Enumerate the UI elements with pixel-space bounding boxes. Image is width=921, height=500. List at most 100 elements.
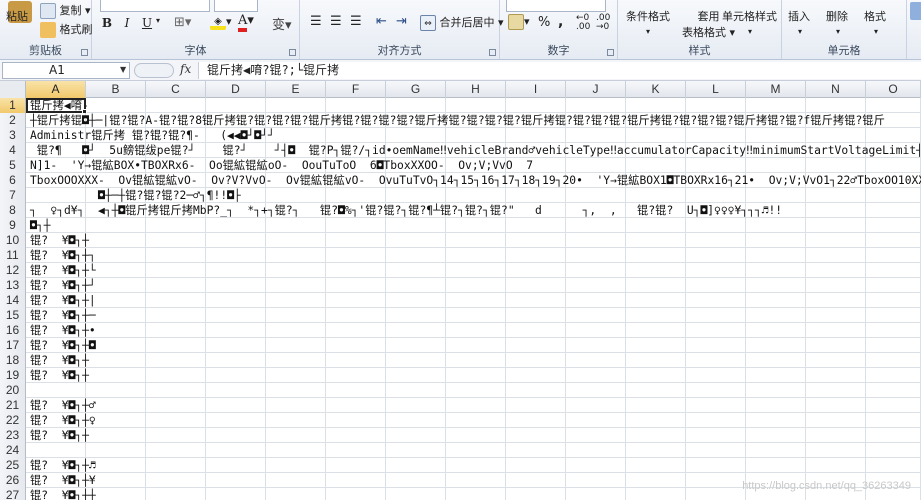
column-header-j[interactable]: J <box>566 81 626 98</box>
cell-a4[interactable]: 锟?¶ ◘┘ 5u鳑锟绂pe锟?┘ 锟?┘ ┘┤◘ 锟?P┐锟?/┐id•oem… <box>30 143 921 158</box>
cell-a1[interactable]: 锟斤拷◀唷- <box>30 98 89 113</box>
cell-a11[interactable]: 锟? ¥◘┐┼┐ <box>30 248 96 263</box>
cell-styles-button[interactable]: 单元格样式 ▾ <box>722 8 777 37</box>
row-header[interactable]: 10 <box>0 233 26 248</box>
row-header[interactable]: 5 <box>0 158 26 173</box>
cell-a21[interactable]: 锟? ¥◘┐┼♂ <box>30 398 96 413</box>
format-painter-button[interactable]: 格式刷 <box>40 21 93 38</box>
row-header[interactable]: 4 <box>0 143 26 158</box>
column-header-k[interactable]: K <box>626 81 686 98</box>
column-header-o[interactable]: O <box>866 81 921 98</box>
row-header[interactable]: 8 <box>0 203 26 218</box>
cell-a25[interactable]: 锟? ¥◘┐┼♬ <box>30 458 96 473</box>
row-header[interactable]: 23 <box>0 428 26 443</box>
row-header[interactable]: 25 <box>0 458 26 473</box>
cell-a7[interactable]: ◘┼─┼锟?锟?锟?2─♂┐¶!!◘├ <box>30 188 241 203</box>
align-right-icon[interactable]: ☰ <box>350 14 362 29</box>
column-header-b[interactable]: B <box>86 81 146 98</box>
row-header[interactable]: 6 <box>0 173 26 188</box>
column-header-m[interactable]: M <box>746 81 806 98</box>
row-header[interactable]: 14 <box>0 293 26 308</box>
column-header-c[interactable]: C <box>146 81 206 98</box>
decrease-decimal-icon[interactable]: .00 →0 <box>596 14 610 32</box>
font-launcher-icon[interactable] <box>289 49 296 56</box>
row-header[interactable]: 12 <box>0 263 26 278</box>
bold-button[interactable]: B <box>98 14 116 32</box>
cell-a22[interactable]: 锟? ¥◘┐┼♀ <box>30 413 96 428</box>
underline-dropdown-icon[interactable]: ▾ <box>156 16 160 25</box>
font-size-select[interactable] <box>214 0 258 12</box>
font-color-button[interactable]: A▾ <box>238 13 254 32</box>
row-header[interactable]: 20 <box>0 383 26 398</box>
cell-a18[interactable]: 锟? ¥◘┐┼ <box>30 353 89 368</box>
format-button[interactable]: 格式 ▾ <box>864 8 886 37</box>
formula-cancel-enter[interactable] <box>134 63 174 78</box>
merge-center-button[interactable]: ⇔ 合并后居中 ▾ <box>420 14 504 31</box>
column-header-h[interactable]: H <box>446 81 506 98</box>
copy-button[interactable]: 复制 ▾ <box>40 2 91 19</box>
row-header[interactable]: 18 <box>0 353 26 368</box>
row-header[interactable]: 15 <box>0 308 26 323</box>
column-header-e[interactable]: E <box>266 81 326 98</box>
cell-a17[interactable]: 锟? ¥◘┐┼◘ <box>30 338 96 353</box>
column-header-a[interactable]: A <box>26 81 86 98</box>
cell-a12[interactable]: 锟? ¥◘┐┼└ <box>30 263 96 278</box>
delete-button[interactable]: 删除 ▾ <box>826 8 848 37</box>
row-header[interactable]: 3 <box>0 128 26 143</box>
name-box-dropdown-icon[interactable]: ▼ <box>120 65 126 74</box>
cell-a23[interactable]: 锟? ¥◘┐┼ <box>30 428 89 443</box>
currency-button[interactable]: ▾ <box>508 14 530 30</box>
column-header-d[interactable]: D <box>206 81 266 98</box>
row-header[interactable]: 2 <box>0 113 26 128</box>
column-header-f[interactable]: F <box>326 81 386 98</box>
sum-icon[interactable] <box>910 2 921 20</box>
align-left-icon[interactable]: ☰ <box>310 14 322 29</box>
column-header-n[interactable]: N <box>806 81 866 98</box>
cell-a27[interactable]: 锟? ¥◘┐┼┼ <box>30 488 96 500</box>
cell-a15[interactable]: 锟? ¥◘┐┼─ <box>30 308 96 323</box>
worksheet-grid[interactable]: ABCDEFGHIJKLMNO 1 锟斤拷◀唷- 2 ┼锟斤拷锟◘┼─|锟?锟?A-锟… <box>0 81 921 500</box>
number-launcher-icon[interactable] <box>607 49 614 56</box>
conditional-format-button[interactable]: 条件格式 ▾ <box>626 8 670 37</box>
cell-a14[interactable]: 锟? ¥◘┐┼| <box>30 293 96 308</box>
cell-a10[interactable]: 锟? ¥◘┐┼ <box>30 233 89 248</box>
row-header[interactable]: 24 <box>0 443 26 458</box>
row-header[interactable]: 19 <box>0 368 26 383</box>
row-header[interactable]: 21 <box>0 398 26 413</box>
row-header[interactable]: 11 <box>0 248 26 263</box>
row-header[interactable]: 22 <box>0 413 26 428</box>
row-header[interactable]: 9 <box>0 218 26 233</box>
cell-a2[interactable]: ┼锟斤拷锟◘┼─|锟?锟?A-锟?锟?8锟斤拷锟?锟?锟?锟?锟斤拷锟?锟?锟?… <box>30 113 885 128</box>
cell-a19[interactable]: 锟? ¥◘┐┼ <box>30 368 89 383</box>
row-header[interactable]: 13 <box>0 278 26 293</box>
column-header-i[interactable]: I <box>506 81 566 98</box>
cell-a9[interactable]: ◘┐┼ <box>30 218 50 233</box>
increase-decimal-icon[interactable]: ←0.00 <box>576 14 590 32</box>
cell-a3[interactable]: Administr锟斤拷 锟?锟?锟?¶- (◀◀◘┘◘┘┘ <box>30 128 275 143</box>
insert-function-button[interactable]: fx <box>180 62 191 76</box>
row-header[interactable]: 26 <box>0 473 26 488</box>
cell-a8[interactable]: ┐ ♀┐d¥┐ ◀┐┼◘锟斤拷锟斤拷MbP?_┐ *┐+┐锟?┐ 锟?◘%┐'锟… <box>30 203 782 218</box>
cell-a5[interactable]: N]1- 'Y→锟絋BOX•TBOXRx6- Oo锟絋锟絋oO- OouTuTo… <box>30 158 533 173</box>
decrease-indent-icon[interactable]: ⇤ <box>376 14 387 29</box>
column-header-g[interactable]: G <box>386 81 446 98</box>
percent-button[interactable]: % <box>538 15 550 30</box>
font-family-select[interactable] <box>100 0 210 12</box>
insert-button[interactable]: 插入 ▾ <box>788 8 810 37</box>
select-all-corner[interactable] <box>0 81 26 98</box>
cell-a16[interactable]: 锟? ¥◘┐┼• <box>30 323 96 338</box>
phonetic-button[interactable]: 变▾ <box>272 14 292 33</box>
cell-a13[interactable]: 锟? ¥◘┐┼┘ <box>30 278 96 293</box>
cell-a26[interactable]: 锟? ¥◘┐┼¥ <box>30 473 96 488</box>
row-header[interactable]: 1 <box>0 98 26 113</box>
align-center-icon[interactable]: ☰ <box>330 14 342 29</box>
cell-a6[interactable]: TboxOOOXXX- Ov锟絋锟絋vO- Ov?V?VvO- Ov锟絋锟絋vO… <box>30 173 921 188</box>
row-header[interactable]: 27 <box>0 488 26 500</box>
row-header[interactable]: 17 <box>0 338 26 353</box>
underline-button[interactable]: U <box>138 14 156 32</box>
formula-input[interactable]: 锟斤拷◀唷?锟?;└锟斤拷 <box>198 62 921 79</box>
comma-button[interactable]: , <box>558 14 563 30</box>
increase-indent-icon[interactable]: ⇥ <box>396 14 407 29</box>
row-header[interactable]: 16 <box>0 323 26 338</box>
clipboard-launcher-icon[interactable] <box>81 49 88 56</box>
